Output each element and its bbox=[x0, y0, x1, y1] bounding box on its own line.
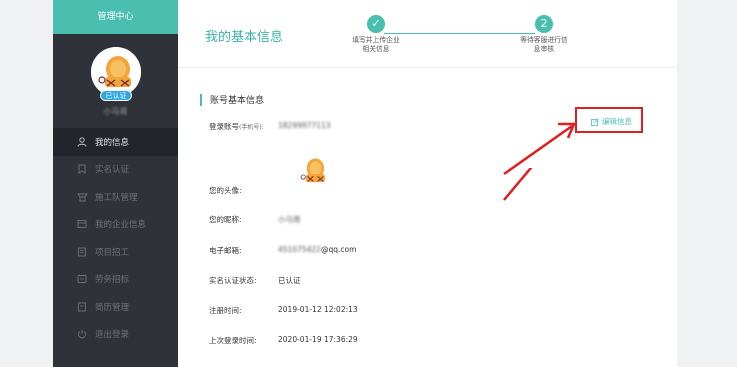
user-avatar-image bbox=[300, 158, 325, 183]
sidebar-item-label: 项目招工 bbox=[95, 247, 130, 258]
sidebar-item-project-hiring[interactable]: 项目招工 bbox=[53, 238, 178, 266]
sidebar-item-company[interactable]: 我的企业信息 bbox=[53, 211, 178, 239]
account-label: 登录账号(手机号): bbox=[209, 122, 264, 131]
email-label: 电子邮箱: bbox=[209, 246, 242, 255]
username: 小马哥 bbox=[103, 107, 128, 116]
sidebar-item-label: 实名认证 bbox=[95, 165, 130, 176]
page-title: 我的基本信息 bbox=[205, 30, 284, 45]
last-login-value: 2020-01-19 17:36:29 bbox=[278, 335, 358, 344]
sidebar-item-my-info[interactable]: 我的信息 bbox=[53, 128, 178, 156]
step-check-icon: ✓ bbox=[367, 15, 385, 33]
realname-label: 实名认证状态: bbox=[209, 276, 257, 285]
sidebar-item-labor-bid[interactable]: 劳务招标 bbox=[53, 266, 178, 294]
user-icon bbox=[75, 135, 89, 149]
main-panel: 我的基本信息 ✓ 2 填写并上传企业 相关信息 等待客服进行信 息审核 账号基本… bbox=[178, 0, 677, 367]
nickname-value: 小马哥 bbox=[278, 215, 301, 224]
step-1-text: 填写并上传企业 相关信息 bbox=[352, 36, 400, 53]
edit-icon bbox=[591, 117, 599, 126]
sidebar-item-resume[interactable]: 简历管理 bbox=[53, 293, 178, 321]
sidebar-item-team[interactable]: 施工队管理 bbox=[53, 183, 178, 211]
realname-value: 已认证 bbox=[278, 276, 301, 285]
sidebar-item-label: 施工队管理 bbox=[95, 192, 138, 203]
sidebar-item-label: 我的信息 bbox=[95, 137, 130, 148]
register-time-label: 注册时间: bbox=[209, 306, 242, 315]
step-2-text: 等待客服进行信 息审核 bbox=[520, 36, 568, 53]
sidebar-item-label: 简历管理 bbox=[95, 302, 130, 313]
step-connector bbox=[384, 33, 535, 34]
document-icon bbox=[75, 245, 89, 259]
edit-info-button[interactable]: 编辑信息 bbox=[591, 116, 632, 127]
edit-info-label: 编辑信息 bbox=[602, 117, 632, 126]
bookmark-icon bbox=[75, 162, 89, 176]
last-login-label: 上次登录时间: bbox=[209, 336, 257, 345]
tag-icon bbox=[75, 272, 89, 286]
email-value: 451075422@qq.com bbox=[278, 245, 357, 254]
sidebar-header: 管理中心 bbox=[53, 0, 178, 34]
sidebar-item-label: 退出登录 bbox=[95, 330, 130, 341]
step-number: 2 bbox=[535, 15, 553, 33]
account-info-section: 账号基本信息 编辑信息 登录账号(手机号): 18299977113 您的头像:… bbox=[178, 68, 677, 367]
nickname-label: 您的昵称: bbox=[209, 215, 242, 224]
account-value: 18299977113 bbox=[278, 121, 331, 130]
section-accent-bar bbox=[200, 94, 202, 106]
verified-badge: 已认证 bbox=[100, 90, 132, 101]
sidebar-item-label: 我的企业信息 bbox=[95, 220, 147, 231]
sidebar: 管理中心 已认证 小马哥 我的信息 实名认证 施工队管理 我的企业信息 项目招工… bbox=[53, 0, 178, 367]
building-icon bbox=[75, 217, 89, 231]
page-background bbox=[677, 0, 737, 367]
team-icon bbox=[75, 190, 89, 204]
sidebar-item-label: 劳务招标 bbox=[95, 275, 130, 286]
progress-steps: ✓ 2 填写并上传企业 相关信息 等待客服进行信 息审核 bbox=[346, 12, 586, 62]
sidebar-menu: 我的信息 实名认证 施工队管理 我的企业信息 项目招工 劳务招标 简历管理 退出… bbox=[53, 128, 178, 348]
section-title: 账号基本信息 bbox=[210, 96, 265, 106]
avatar-label: 您的头像: bbox=[209, 186, 242, 195]
resume-icon bbox=[75, 300, 89, 314]
register-time-value: 2019-01-12 12:02:13 bbox=[278, 305, 358, 314]
power-icon bbox=[75, 327, 89, 341]
page-header: 我的基本信息 ✓ 2 填写并上传企业 相关信息 等待客服进行信 息审核 bbox=[178, 0, 677, 68]
user-avatar bbox=[296, 154, 332, 194]
sidebar-item-verification[interactable]: 实名认证 bbox=[53, 156, 178, 184]
annotation-arrow-line bbox=[503, 122, 576, 176]
sidebar-item-logout[interactable]: 退出登录 bbox=[53, 321, 178, 349]
